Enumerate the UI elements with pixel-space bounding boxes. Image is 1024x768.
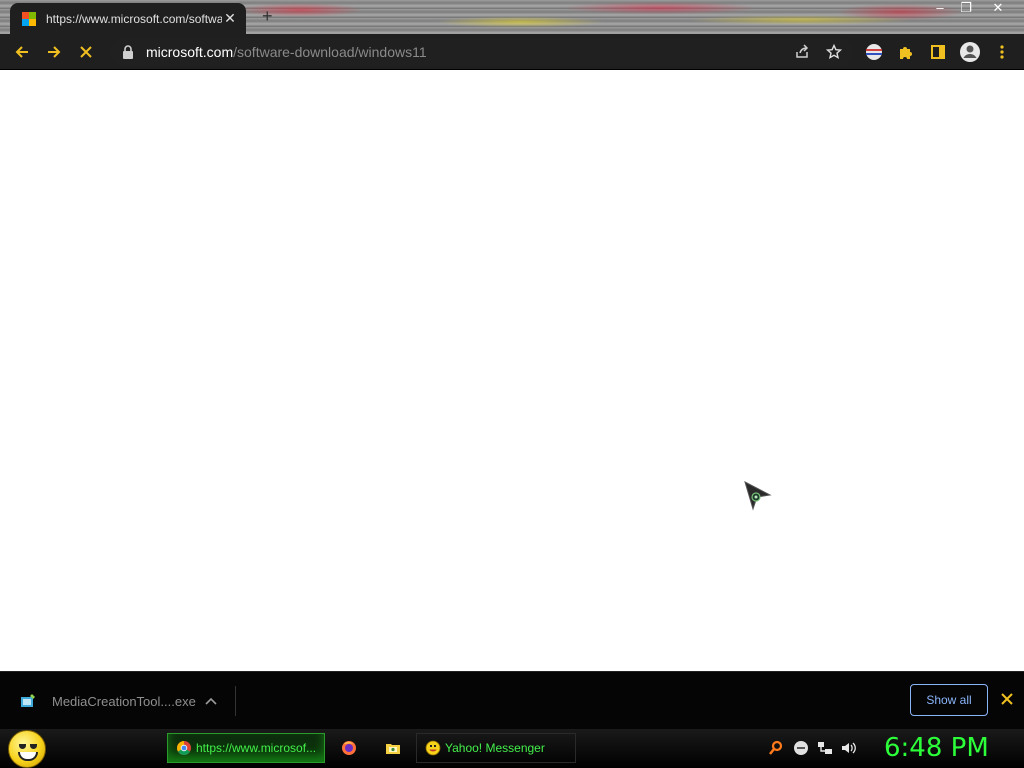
close-window-button[interactable]: ✕ <box>986 0 1010 16</box>
minimize-button[interactable]: – <box>928 0 952 16</box>
forward-arrow-icon <box>48 46 61 58</box>
star-icon <box>826 44 842 59</box>
side-panel-icon <box>931 45 945 59</box>
new-tab-button[interactable]: + <box>262 6 273 27</box>
back-button[interactable] <box>10 40 34 64</box>
taskbar-clock[interactable]: 6:48 PM <box>884 733 989 763</box>
profile-button[interactable] <box>958 40 982 64</box>
share-icon <box>796 44 809 58</box>
network-tray-icon[interactable] <box>817 740 833 756</box>
puzzle-icon <box>900 47 912 59</box>
start-button[interactable] <box>8 730 46 768</box>
folder-icon <box>386 744 400 754</box>
taskbar-item-chrome[interactable]: https://www.microsof... <box>167 733 325 763</box>
url-path: /software-download/windows11 <box>233 44 427 60</box>
show-all-button[interactable]: Show all <box>910 684 988 716</box>
status-tray-icon[interactable] <box>793 740 809 756</box>
browser-tab[interactable]: https://www.microsoft.com/software-downl… <box>10 3 246 34</box>
browser-toolbar: microsoft.com/software-download/windows1… <box>0 34 1024 70</box>
extension-button[interactable] <box>862 40 886 64</box>
flag-extension-icon <box>866 44 882 60</box>
taskbar-item-label: https://www.microsof... <box>196 741 317 755</box>
download-shelf: MediaCreationTool....exe Show all <box>0 671 1024 729</box>
smiley-mouth <box>18 752 38 761</box>
taskbar: https://www.microsof... Yahoo! Messenger… <box>0 729 1024 768</box>
bookmark-button[interactable] <box>822 38 846 66</box>
stop-loading-button[interactable] <box>74 40 98 64</box>
url-host: microsoft.com <box>146 44 234 60</box>
forward-button[interactable] <box>42 40 66 64</box>
mouse-cursor-icon <box>744 481 772 511</box>
chrome-icon <box>177 741 191 755</box>
taskbar-item-label: Yahoo! Messenger <box>445 741 545 755</box>
restore-button[interactable]: ❐ <box>954 0 978 16</box>
installer-file-icon <box>21 694 35 707</box>
download-file-name: MediaCreationTool....exe <box>52 693 196 709</box>
tab-close-icon[interactable]: ✕ <box>222 10 238 27</box>
page-content <box>0 71 1024 671</box>
yahoo-messenger-icon <box>425 740 441 756</box>
share-button[interactable] <box>790 38 814 66</box>
microsoft-favicon-icon <box>22 11 36 26</box>
search-tray-icon[interactable] <box>768 740 784 756</box>
smiley-eye <box>19 744 26 749</box>
extensions-button[interactable] <box>894 40 918 64</box>
side-panel-button[interactable] <box>926 40 950 64</box>
profile-icon <box>960 42 980 62</box>
url-text: microsoft.com/software-download/windows1… <box>146 44 427 60</box>
screen: https://www.microsoft.com/software-downl… <box>0 0 1024 768</box>
kebab-menu-icon <box>1000 45 1004 59</box>
address-bar[interactable]: microsoft.com/software-download/windows1… <box>110 38 852 66</box>
volume-tray-icon[interactable] <box>841 740 857 756</box>
taskbar-item-yahoo-messenger[interactable]: Yahoo! Messenger <box>416 733 576 763</box>
tab-strip: https://www.microsoft.com/software-downl… <box>0 0 1024 34</box>
tab-title: https://www.microsoft.com/software-downl… <box>46 11 222 26</box>
chevron-up-icon[interactable] <box>201 697 221 705</box>
stop-loading-icon <box>80 46 92 58</box>
taskbar-item-folder[interactable] <box>376 733 410 763</box>
smiley-eye <box>30 744 37 749</box>
firefox-icon <box>342 741 356 755</box>
download-item[interactable]: MediaCreationTool....exe <box>14 686 236 716</box>
lock-icon[interactable] <box>120 44 136 60</box>
close-shelf-icon[interactable] <box>998 690 1016 708</box>
taskbar-item-firefox[interactable] <box>332 733 366 763</box>
menu-button[interactable] <box>990 40 1014 64</box>
back-arrow-icon <box>15 46 28 58</box>
